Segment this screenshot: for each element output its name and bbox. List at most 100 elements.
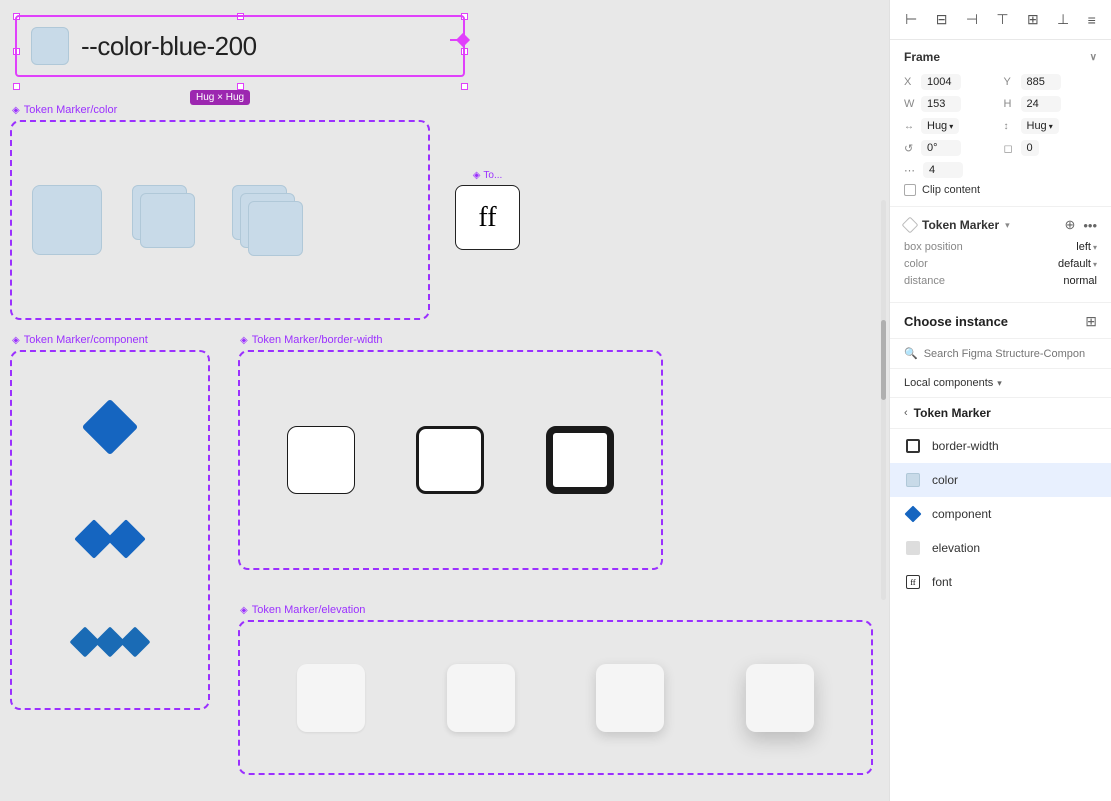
section-color-label: ◈ Token Marker/color — [12, 104, 117, 116]
resize-handle-bl[interactable] — [13, 83, 20, 90]
x-value[interactable]: 1004 — [921, 74, 961, 90]
diamond-blue-icon — [82, 399, 139, 456]
hug-x-label: ↔ — [904, 121, 918, 132]
distance-row: distance normal — [904, 275, 1097, 287]
rotation-value[interactable]: 0° — [921, 140, 961, 156]
scroll-thumb[interactable] — [881, 320, 886, 400]
diamond-blue-tiny-3 — [119, 626, 150, 657]
instance-item-border-width[interactable]: border-width — [890, 429, 1111, 463]
color-token-single[interactable] — [32, 185, 102, 255]
instance-list: border-width color component — [890, 429, 1111, 801]
font-token[interactable]: ◈ To... ff — [455, 170, 520, 250]
color-prop-value[interactable]: default ▾ — [1058, 258, 1097, 270]
plugin-name-chevron-icon[interactable]: ▾ — [1005, 220, 1010, 231]
color-square-triple — [232, 185, 302, 255]
x-field[interactable]: X 1004 — [904, 74, 998, 90]
border-sq-thin[interactable] — [287, 426, 355, 494]
component-diamond-single[interactable] — [90, 407, 130, 447]
plugin-focus-icon[interactable]: ⊕ — [1064, 217, 1075, 233]
rotation-label: ↺ — [904, 142, 918, 155]
hug-y-label: ↕ — [1004, 121, 1018, 132]
plugin-name-row: Token Marker ▾ — [904, 218, 1010, 232]
box-position-row: box position left ▾ — [904, 241, 1097, 253]
elevation-sq-4[interactable] — [746, 664, 814, 732]
local-components-row[interactable]: Local components ▾ — [890, 369, 1111, 398]
section-border-text: Token Marker/border-width — [252, 334, 383, 346]
resize-handle-bm[interactable] — [237, 83, 244, 90]
instance-item-elevation[interactable]: elevation — [890, 531, 1111, 565]
color-square-single — [32, 185, 102, 255]
component-diamond-triple[interactable] — [74, 631, 146, 653]
y-value[interactable]: 885 — [1021, 74, 1061, 90]
section-component: ◈ Token Marker/component — [10, 350, 210, 710]
canvas: --color-blue-200 Hug × Hug ◈ Token Marke… — [0, 0, 889, 801]
instance-font-icon: ff — [904, 573, 922, 591]
elevation-sq-3[interactable] — [596, 664, 664, 732]
w-value[interactable]: 153 — [921, 96, 961, 112]
component-icon-shape — [905, 506, 922, 523]
instance-item-font[interactable]: ff font — [890, 565, 1111, 599]
color-token-double[interactable] — [132, 185, 202, 255]
frame-label-text: Frame — [904, 50, 940, 64]
local-components-chevron-icon: ▾ — [997, 378, 1002, 389]
align-center-h-icon[interactable]: ⊟ — [933, 8, 951, 31]
hug-x-field[interactable]: ↔ Hug ▾ — [904, 118, 998, 134]
instance-border-icon — [904, 437, 922, 455]
align-center-v-icon[interactable]: ⊞ — [1024, 8, 1042, 31]
section-elevation-text: Token Marker/elevation — [252, 604, 366, 616]
instance-item-component[interactable]: component — [890, 497, 1111, 531]
rotation-corner-pair: ↺ 0° ◻ 0 — [904, 140, 1097, 156]
resize-handle-br[interactable] — [461, 83, 468, 90]
component-diamond-double[interactable] — [80, 525, 140, 553]
corner-field[interactable]: ◻ 0 — [1004, 140, 1098, 156]
distribute-icon[interactable]: ≡ — [1085, 9, 1099, 31]
instance-component-icon — [904, 505, 922, 523]
selected-frame[interactable]: --color-blue-200 — [15, 15, 465, 77]
hug-y-dropdown[interactable]: Hug ▾ — [1021, 118, 1059, 134]
instance-color-label: color — [932, 473, 958, 487]
align-bottom-icon[interactable]: ⊥ — [1054, 8, 1072, 31]
plugin-more-icon[interactable]: ••• — [1083, 218, 1097, 233]
hug-y-field[interactable]: ↕ Hug ▾ — [1004, 118, 1098, 134]
hug-x-dropdown[interactable]: Hug ▾ — [921, 118, 959, 134]
color-row: color default ▾ — [904, 258, 1097, 270]
elevation-sq-2[interactable] — [447, 664, 515, 732]
section-component-label: ◈ Token Marker/component — [12, 334, 148, 346]
instance-item-color[interactable]: color — [890, 463, 1111, 497]
elevation-sq-1[interactable] — [297, 664, 365, 732]
back-arrow-icon[interactable]: ‹ — [904, 407, 908, 419]
y-label: Y — [1004, 76, 1018, 88]
frame-properties-section: Frame ∨ X 1004 Y 885 W 153 — [890, 40, 1111, 207]
token-marker-nav-label: Token Marker — [914, 406, 991, 420]
rotation-field[interactable]: ↺ 0° — [904, 140, 998, 156]
token-marker-nav-row: ‹ Token Marker — [890, 398, 1111, 429]
h-value[interactable]: 24 — [1021, 96, 1061, 112]
align-left-icon[interactable]: ⊢ — [902, 8, 920, 31]
box-position-label: box position — [904, 241, 963, 253]
border-sq-medium[interactable] — [416, 426, 484, 494]
section-color-text: Token Marker/color — [24, 104, 118, 116]
corner-value[interactable]: 0 — [1021, 140, 1039, 156]
w-field[interactable]: W 153 — [904, 96, 998, 112]
grid-view-icon[interactable]: ⊞ — [1085, 313, 1097, 330]
clip-checkbox[interactable] — [904, 184, 916, 196]
distance-value[interactable]: normal — [1063, 275, 1097, 287]
color-token-triple[interactable] — [232, 185, 302, 255]
plugin-header: Token Marker ▾ ⊕ ••• — [904, 217, 1097, 233]
y-field[interactable]: Y 885 — [1004, 74, 1098, 90]
search-input[interactable] — [924, 348, 1097, 360]
scrollbar[interactable] — [881, 200, 886, 600]
right-panel: ⊢ ⊟ ⊣ ⊤ ⊞ ⊥ ≡ Frame ∨ X 1004 Y 885 — [889, 0, 1111, 801]
frame-chevron-icon[interactable]: ∨ — [1090, 52, 1097, 63]
color-icon-shape — [906, 473, 920, 487]
align-top-icon[interactable]: ⊤ — [993, 8, 1011, 31]
h-field[interactable]: H 24 — [1004, 96, 1098, 112]
align-right-icon[interactable]: ⊣ — [963, 8, 981, 31]
section-elevation: ◈ Token Marker/elevation — [238, 620, 873, 775]
border-sq-thick[interactable] — [546, 426, 614, 494]
box-position-value[interactable]: left ▾ — [1076, 241, 1097, 253]
dot-value[interactable]: 4 — [923, 162, 963, 178]
panel-toolbar: ⊢ ⊟ ⊣ ⊤ ⊞ ⊥ ≡ — [890, 0, 1111, 40]
distance-text: normal — [1063, 275, 1097, 287]
font-token-text: To... — [483, 170, 502, 181]
